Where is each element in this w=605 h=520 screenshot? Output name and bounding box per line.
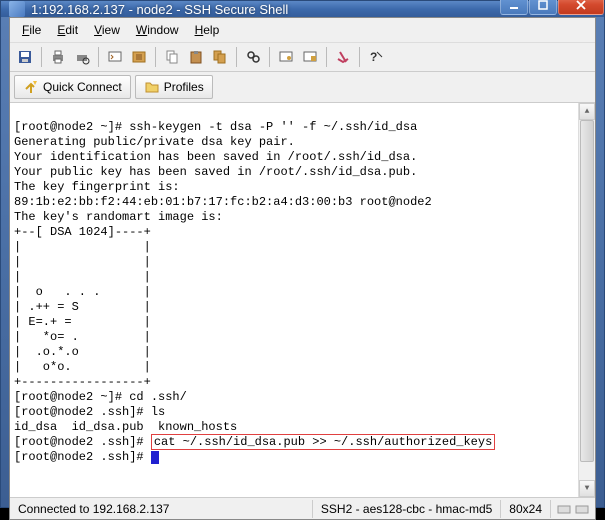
profiles-label: Profiles: [164, 80, 204, 94]
menubar: File Edit View Window Help: [10, 18, 595, 43]
minimize-icon: [509, 0, 519, 10]
maximize-icon: [538, 0, 548, 10]
close-icon: [576, 0, 586, 10]
settings2-icon: [302, 49, 318, 65]
minimize-button[interactable]: [500, 0, 528, 15]
quick-connect-button[interactable]: Quick Connect: [14, 75, 131, 99]
quickbar: Quick Connect Profiles: [10, 72, 595, 103]
terminal-line: id_dsa id_dsa.pub known_hosts: [14, 420, 237, 434]
newterm-icon: [107, 49, 123, 65]
status-size: 80x24: [501, 500, 551, 518]
terminal-line: [root@node2 .ssh]# ls: [14, 405, 165, 419]
terminal-line: +--[ DSA 1024]----+: [14, 225, 151, 239]
terminal-line: | .++ = S |: [14, 300, 151, 314]
terminal-line: 89:1b:e2:bb:f2:44:eb:01:b7:17:fc:b2:a4:d…: [14, 195, 432, 209]
status-connection: Connected to 192.168.2.137: [10, 500, 313, 518]
print-preview-button[interactable]: [71, 46, 93, 68]
save-icon: [17, 49, 33, 65]
print-button[interactable]: [47, 46, 69, 68]
duplicate-icon: [212, 49, 228, 65]
maximize-button[interactable]: [529, 0, 557, 15]
terminal-line: Generating public/private dsa key pair.: [14, 135, 295, 149]
terminal-line: +-----------------+: [14, 375, 151, 389]
terminal-line: | |: [14, 270, 151, 284]
copy-icon: [164, 49, 180, 65]
highlighted-command: cat ~/.ssh/id_dsa.pub >> ~/.ssh/authoriz…: [151, 434, 495, 450]
menu-edit[interactable]: Edit: [49, 20, 86, 40]
terminal-line: Your public key has been saved in /root/…: [14, 165, 417, 179]
newfile-icon: [131, 49, 147, 65]
toolbar: ?: [10, 43, 595, 72]
close-button[interactable]: [558, 0, 604, 15]
printpreview-icon: [74, 49, 90, 65]
status-indicator-icon: [557, 502, 571, 516]
settings1-icon: [278, 49, 294, 65]
print-icon: [50, 49, 66, 65]
duplicate-button[interactable]: [209, 46, 231, 68]
window-title: 1:192.168.2.137 - node2 - SSH Secure She…: [31, 2, 499, 17]
app-window: 1:192.168.2.137 - node2 - SSH Secure She…: [0, 0, 605, 508]
terminal-line: | |: [14, 240, 151, 254]
menu-help[interactable]: Help: [187, 20, 228, 40]
terminal-prompt: [root@node2 .ssh]#: [14, 435, 151, 449]
find-icon: [245, 49, 261, 65]
profiles-button[interactable]: Profiles: [135, 75, 213, 99]
terminal-line: The key's randomart image is:: [14, 210, 223, 224]
vertical-scrollbar[interactable]: ▲ ▼: [578, 103, 595, 497]
scroll-up-button[interactable]: ▲: [579, 103, 595, 120]
disconnect-icon: [335, 49, 351, 65]
scroll-down-button[interactable]: ▼: [579, 480, 595, 497]
status-cipher: SSH2 - aes128-cbc - hmac-md5: [313, 500, 501, 518]
svg-text:?: ?: [370, 50, 377, 64]
app-icon: [9, 1, 25, 17]
menu-view[interactable]: View: [86, 20, 128, 40]
terminal-line: | o*o. |: [14, 360, 151, 374]
terminal-line: [root@node2 ~]# cd .ssh/: [14, 390, 187, 404]
settings1-button[interactable]: [275, 46, 297, 68]
menu-window[interactable]: Window: [128, 20, 187, 40]
terminal-line: Your identification has been saved in /r…: [14, 150, 417, 164]
save-button[interactable]: [14, 46, 36, 68]
copy-button[interactable]: [161, 46, 183, 68]
terminal-line: | o . . . |: [14, 285, 151, 299]
cursor-icon: [151, 451, 159, 464]
settings2-button[interactable]: [299, 46, 321, 68]
terminal-line: | |: [14, 255, 151, 269]
menu-file[interactable]: File: [14, 20, 49, 40]
terminal-line: | E=.+ = |: [14, 315, 151, 329]
folder-icon: [144, 79, 160, 95]
titlebar[interactable]: 1:192.168.2.137 - node2 - SSH Secure She…: [1, 1, 604, 17]
terminal-line: | *o= . |: [14, 330, 151, 344]
statusbar: Connected to 192.168.2.137 SSH2 - aes128…: [10, 497, 595, 519]
scroll-thumb[interactable]: [580, 120, 594, 462]
terminal-line: The key fingerprint is:: [14, 180, 180, 194]
new-terminal-button[interactable]: [104, 46, 126, 68]
paste-button[interactable]: [185, 46, 207, 68]
disconnect-button[interactable]: [332, 46, 354, 68]
help-icon: ?: [368, 49, 384, 65]
terminal-prompt: [root@node2 .ssh]#: [14, 450, 151, 464]
client-area: File Edit View Window Help: [9, 17, 596, 520]
help-button[interactable]: ?: [365, 46, 387, 68]
status-indicator-icon: [575, 502, 589, 516]
terminal-line: [root@node2 ~]# ssh-keygen -t dsa -P '' …: [14, 120, 417, 134]
status-icons: [551, 502, 595, 516]
new-file-button[interactable]: [128, 46, 150, 68]
paste-icon: [188, 49, 204, 65]
quick-connect-label: Quick Connect: [43, 80, 122, 94]
scroll-track[interactable]: [579, 120, 595, 480]
terminal[interactable]: [root@node2 ~]# ssh-keygen -t dsa -P '' …: [10, 103, 595, 497]
connect-icon: [23, 79, 39, 95]
terminal-line: | .o.*.o |: [14, 345, 151, 359]
find-button[interactable]: [242, 46, 264, 68]
